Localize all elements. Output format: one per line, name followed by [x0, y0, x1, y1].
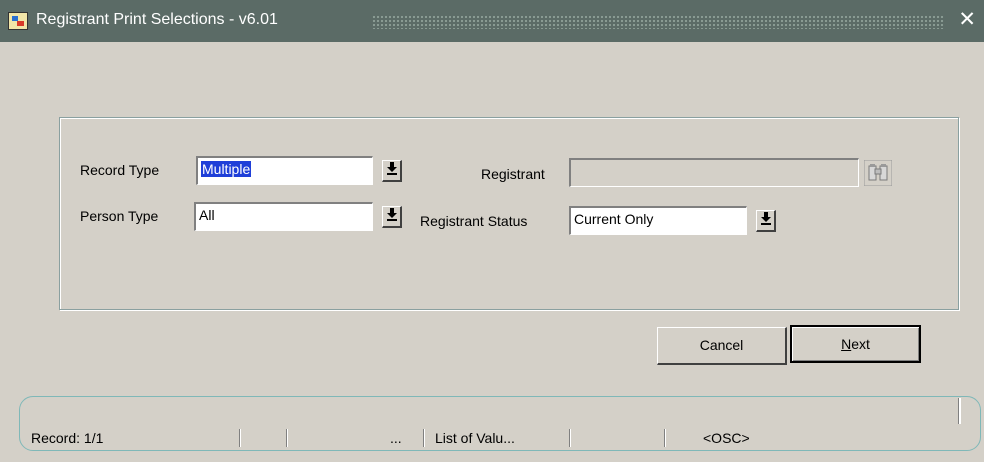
status-separator: [239, 429, 241, 447]
person-type-label: Person Type: [80, 208, 159, 224]
next-button[interactable]: Next: [790, 325, 921, 363]
status-separator: [569, 429, 571, 447]
registrant-status-label: Registrant Status: [420, 213, 528, 229]
binoculars-icon: [863, 159, 893, 187]
title-bar: Registrant Print Selections - v6.01 ✕: [0, 0, 984, 42]
record-type-dropdown-button[interactable]: [382, 160, 402, 182]
person-type-dropdown-button[interactable]: [382, 206, 402, 228]
next-button-label: ext: [851, 336, 870, 352]
registrant-status-field[interactable]: Current Only: [569, 206, 747, 235]
status-osc: <OSC>: [703, 430, 750, 446]
record-type-value: Multiple: [201, 161, 252, 177]
record-type-label: Record Type: [80, 162, 160, 178]
status-ellipsis: ...: [390, 430, 402, 446]
title-bar-pattern: [372, 15, 944, 29]
close-icon[interactable]: ✕: [958, 8, 976, 32]
registrant-status-dropdown-button[interactable]: [756, 210, 776, 232]
registrant-field[interactable]: [569, 158, 859, 187]
status-separator: [286, 429, 288, 447]
record-type-field[interactable]: Multiple: [196, 156, 373, 185]
cancel-button[interactable]: Cancel: [657, 327, 787, 365]
registrant-label: Registrant: [481, 166, 545, 182]
status-separator: [423, 429, 425, 447]
window-title: Registrant Print Selections - v6.01: [36, 11, 278, 28]
status-record-count: Record: 1/1: [31, 430, 104, 446]
download-arrow-icon: [386, 162, 397, 175]
status-bar: Record: 1/1 ... List of Valu... <OSC>: [20, 427, 980, 449]
registrant-lov-button[interactable]: [863, 159, 893, 187]
person-type-field[interactable]: All: [194, 202, 373, 231]
next-button-mnemonic: N: [841, 336, 852, 352]
app-icon: [8, 12, 28, 30]
download-arrow-icon: [760, 212, 771, 225]
status-message-divider: [958, 398, 961, 424]
download-arrow-icon: [386, 208, 397, 221]
status-lov-indicator: List of Valu...: [435, 430, 515, 446]
status-separator: [664, 429, 666, 447]
